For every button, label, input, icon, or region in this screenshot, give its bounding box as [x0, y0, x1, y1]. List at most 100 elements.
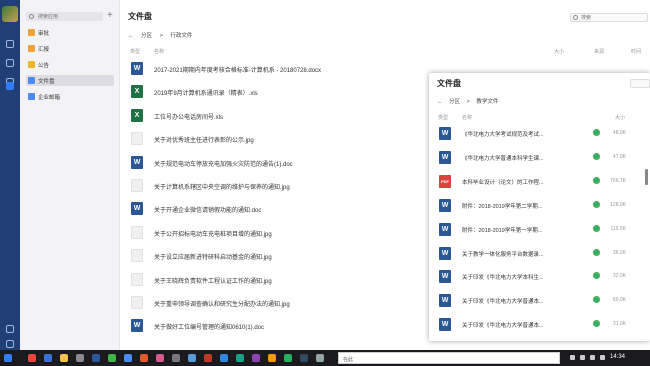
word-icon[interactable] [92, 354, 100, 362]
file-name: 附件：2018-2019学年第一学期... [462, 227, 543, 234]
file-row[interactable]: PDF 本科毕业设计（论文）的工作程... 766.7K [429, 171, 644, 194]
browser-icon[interactable] [44, 354, 52, 362]
word-file-icon: W [439, 270, 451, 284]
report-icon [28, 45, 35, 52]
image-file-icon [131, 272, 143, 286]
chat-icon[interactable] [6, 40, 14, 48]
file-name: 关于做好工位编号管理的通知0610(1).doc [154, 325, 265, 332]
settings-icon[interactable] [6, 325, 14, 333]
sidebar-item[interactable]: 审批 [26, 27, 114, 38]
excel-file-icon: X [131, 85, 143, 99]
wecom-icon[interactable] [124, 354, 132, 362]
app11-icon[interactable] [284, 354, 292, 362]
download-icon[interactable] [593, 224, 600, 232]
contacts-icon[interactable] [6, 59, 14, 67]
file-name: 关于对优秀班主任进行表彰的公示.jpg [154, 138, 254, 145]
main-search-input[interactable] [581, 14, 645, 21]
file-name: 本科毕业设计（论文）的工作程... [462, 179, 544, 186]
word-file-icon: W [439, 127, 451, 140]
column-size[interactable]: 大小 [615, 114, 625, 121]
page-title: 文件盘 [128, 12, 152, 21]
file-size: 60.0K [612, 297, 626, 304]
app5-icon[interactable] [188, 354, 196, 362]
word-file-icon: W [439, 246, 451, 260]
tray-volume-icon[interactable] [580, 355, 585, 360]
app2-icon[interactable] [140, 354, 148, 362]
app4-icon[interactable] [172, 354, 180, 362]
column-source[interactable]: 来源 [594, 48, 604, 55]
app6-icon[interactable] [204, 354, 212, 362]
tray-wifi-icon[interactable] [570, 355, 575, 360]
file-size: 119.5K [610, 225, 626, 232]
sidebar-item[interactable]: 汇报 [26, 43, 114, 54]
sidebar-item[interactable]: 公告 [26, 59, 114, 70]
download-icon[interactable] [593, 176, 600, 184]
main-search[interactable] [570, 13, 648, 22]
file-name: 关于印发《华北电力大学本科生... [462, 275, 544, 282]
sidebar-search-input[interactable] [38, 12, 100, 21]
app3-icon[interactable] [156, 354, 164, 362]
app10-icon[interactable] [268, 354, 276, 362]
file-row[interactable]: W 《华北电力大学普通本科学生课... 47.0K [429, 147, 644, 170]
chrome-icon[interactable] [28, 354, 36, 362]
announcement-icon [28, 61, 35, 68]
app13-icon[interactable] [316, 354, 324, 362]
app12-icon[interactable] [300, 354, 308, 362]
back-button[interactable]: ← [437, 99, 443, 105]
left-app-rail [0, 0, 20, 350]
sidebar-item-label: 企业邮箱 [38, 95, 61, 101]
column-time[interactable]: 时间 [631, 48, 641, 55]
back-button[interactable]: ← [128, 33, 134, 39]
sidebar-item[interactable]: 文件盘 [26, 75, 114, 86]
download-icon[interactable] [593, 320, 600, 328]
app7-icon[interactable] [220, 354, 228, 362]
file-row[interactable]: W 附件：2018-2019学年第一学期... 119.5K [429, 219, 644, 242]
column-name[interactable]: 名称 [154, 48, 164, 55]
taskbar-search-text: 在此 [343, 357, 354, 363]
avatar[interactable] [2, 6, 18, 22]
file-row[interactable]: W 关于印发《华北电力大学普通本... 31.0K [429, 314, 644, 337]
download-icon[interactable] [593, 248, 600, 256]
window-search[interactable] [630, 79, 650, 88]
file-name: 2019年9月计算机系通讯录（精表）.xls [154, 91, 258, 98]
app8-icon[interactable] [236, 354, 244, 362]
file-row[interactable]: W 关于印发《华北电力大学普通本... 60.0K [429, 290, 644, 313]
workbench-icon[interactable] [6, 82, 14, 90]
sidebar-search[interactable] [26, 12, 103, 21]
download-icon[interactable] [593, 296, 600, 304]
taskbar-search[interactable]: 在此 [338, 352, 560, 364]
file-name: 关于设立应届新进特研科启动基金的通知.jpg [154, 255, 272, 262]
download-icon[interactable] [593, 152, 600, 160]
wechat-icon[interactable] [108, 354, 116, 362]
column-size[interactable]: 大小 [554, 48, 564, 55]
column-name[interactable]: 名称 [462, 114, 472, 121]
file-row[interactable]: W 附件：2018-2019学年第二学期... 128.0K [429, 195, 644, 218]
word-file-icon: W [131, 155, 143, 169]
file-size: 128.0K [610, 201, 626, 208]
file-name: 《华北电力大学普通本科学生课... [462, 155, 544, 162]
app-icon[interactable] [76, 354, 84, 362]
download-icon[interactable] [593, 272, 600, 280]
windows-start-icon[interactable] [4, 354, 12, 362]
download-icon[interactable] [593, 129, 600, 136]
tray-ime-icon[interactable] [600, 355, 605, 360]
file-row[interactable]: W 关于教学一体化服务平台数据录... 36.2K [429, 243, 644, 266]
secondary-drive-window: 文件盘 ← 分区 > 教学文件 类型 名称 大小 W 《华北电力大学考试规范及考试… [429, 73, 650, 341]
menu-icon[interactable] [6, 340, 14, 348]
breadcrumb-partition[interactable]: 分区 [449, 99, 460, 105]
breadcrumb-partition[interactable]: 分区 [141, 33, 152, 39]
app9-icon[interactable] [252, 354, 260, 362]
file-row[interactable]: W 《华北电力大学考试规范及考试... 48.0K [429, 123, 644, 146]
download-icon[interactable] [593, 200, 600, 208]
word-file-icon: W [131, 319, 143, 333]
breadcrumb-separator: > [159, 33, 163, 39]
tray-battery-icon[interactable] [590, 355, 595, 360]
add-app-button[interactable]: + [107, 10, 113, 21]
clock[interactable]: 14:34 [610, 354, 625, 360]
file-size: 36.2K [612, 249, 626, 256]
file-row[interactable]: W 关于印发《华北电力大学本科生... 32.0K [429, 266, 644, 289]
sidebar-item-label: 汇报 [38, 47, 50, 53]
scrollbar-thumb[interactable] [645, 169, 648, 185]
folder-icon[interactable] [60, 354, 68, 362]
sidebar-item[interactable]: 企业邮箱 [26, 91, 114, 102]
